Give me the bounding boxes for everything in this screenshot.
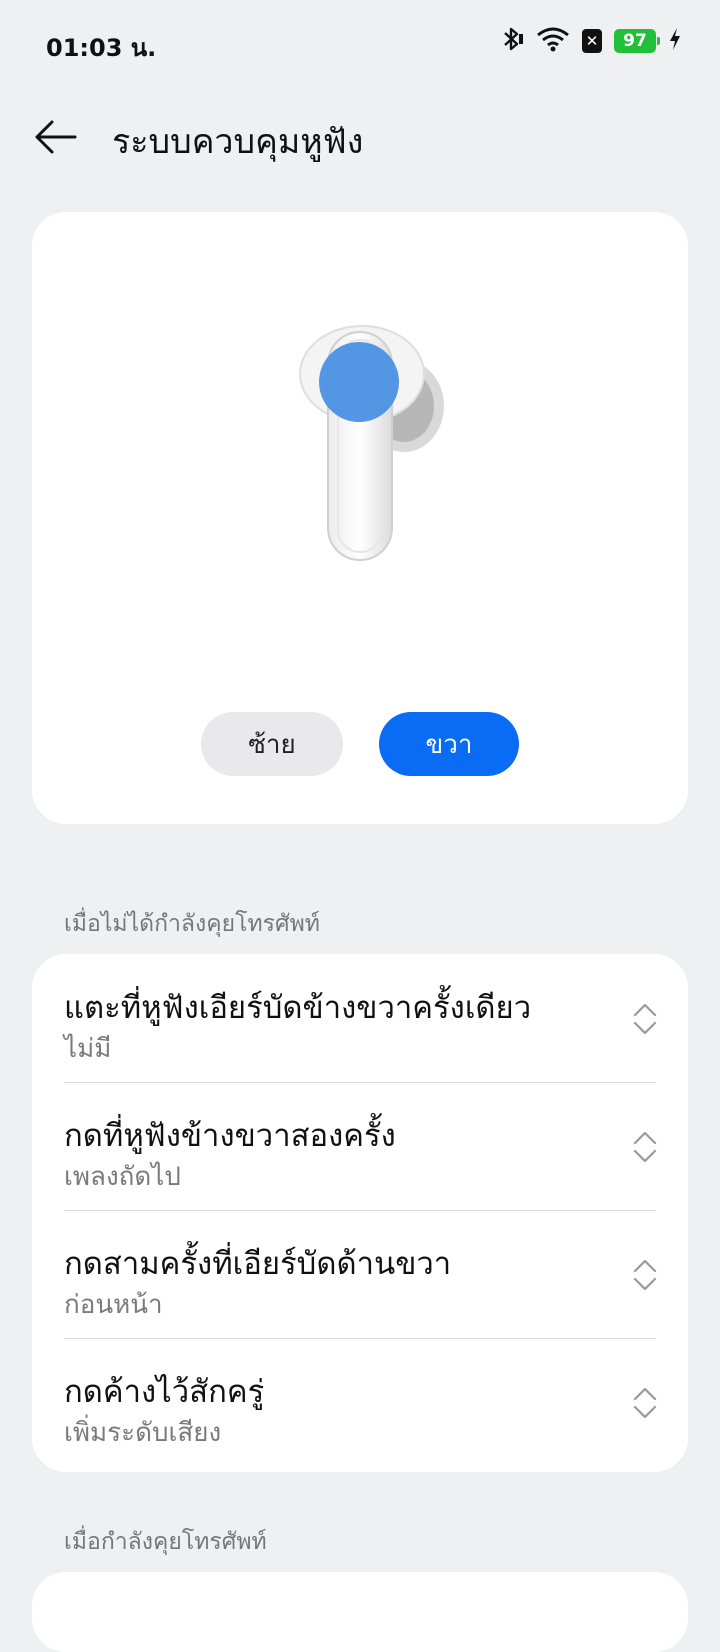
sim-off-icon: ✕	[582, 29, 602, 53]
app-header: ระบบควบคุมหูฟัง	[0, 100, 720, 172]
settings-card-in-call	[32, 1572, 688, 1652]
section-label-not-in-call: เมื่อไม่ได้กำลังคุยโทรศัพท์	[64, 911, 320, 937]
setting-double-press[interactable]: กดที่หูฟังข้างขวาสองครั้ง เพลงถัดไป	[32, 1082, 688, 1210]
right-earbud-button[interactable]: ขวา	[379, 712, 519, 776]
status-icons: ✕ 97	[500, 26, 682, 56]
earbud-illustration	[299, 325, 444, 561]
chevron-up-down-icon	[633, 1131, 657, 1163]
battery-icon: 97	[614, 29, 660, 53]
setting-value: ไม่มี	[64, 1034, 112, 1064]
setting-title: กดสามครั้งที่เอียร์บัดด้านขวา	[64, 1246, 452, 1282]
setting-triple-press[interactable]: กดสามครั้งที่เอียร์บัดด้านขวา ก่อนหน้า	[32, 1210, 688, 1338]
chevron-up-down-icon	[633, 1259, 657, 1291]
status-time: 01:03 น.	[46, 34, 157, 62]
setting-single-tap[interactable]: แตะที่หูฟังเอียร์บัดข้างขวาครั้งเดียว ไม…	[32, 954, 688, 1082]
setting-value: ก่อนหน้า	[64, 1290, 163, 1320]
wifi-icon	[536, 26, 570, 56]
section-label-in-call: เมื่อกำลังคุยโทรศัพท์	[64, 1529, 267, 1555]
arrow-left-icon	[35, 120, 77, 154]
setting-value: เพลงถัดไป	[64, 1162, 181, 1192]
left-earbud-button[interactable]: ซ้าย	[201, 712, 343, 776]
bluetooth-icon	[500, 26, 524, 56]
chevron-up-down-icon	[633, 1003, 657, 1035]
charging-icon	[668, 27, 682, 55]
setting-title: กดที่หูฟังข้างขวาสองครั้ง	[64, 1118, 396, 1154]
battery-level: 97	[623, 31, 647, 51]
setting-press-and-hold[interactable]: กดค้างไว้สักครู่ เพิ่มระดับเสียง	[32, 1338, 688, 1466]
touch-area-indicator	[319, 342, 399, 422]
page-title: ระบบควบคุมหูฟัง	[112, 122, 364, 162]
back-button[interactable]	[30, 112, 80, 162]
settings-card-not-in-call: แตะที่หูฟังเอียร์บัดข้างขวาครั้งเดียว ไม…	[32, 954, 688, 1472]
setting-title: กดค้างไว้สักครู่	[64, 1374, 265, 1410]
status-bar: 01:03 น. ✕ 97	[0, 0, 720, 86]
setting-value: เพิ่มระดับเสียง	[64, 1418, 222, 1448]
chevron-up-down-icon	[633, 1387, 657, 1419]
setting-title: แตะที่หูฟังเอียร์บัดข้างขวาครั้งเดียว	[64, 990, 532, 1026]
